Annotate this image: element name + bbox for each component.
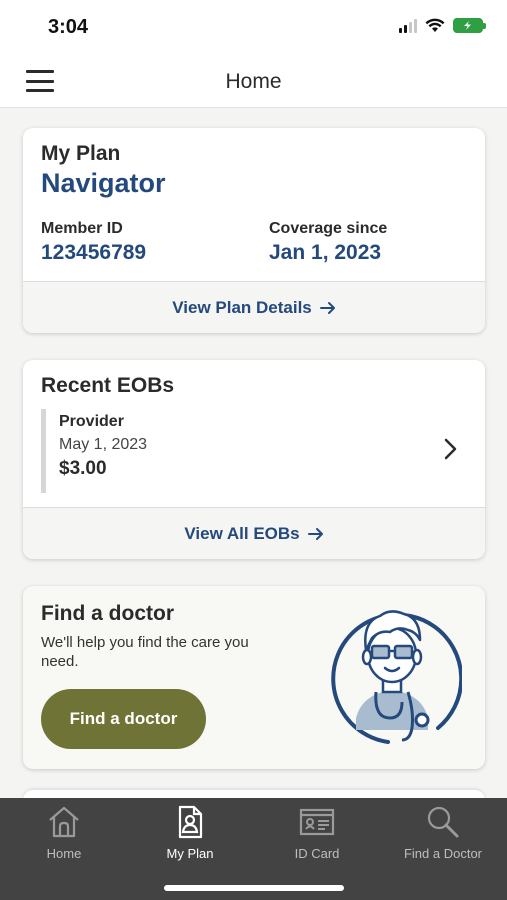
tab-home[interactable]: Home — [1, 804, 127, 864]
page-title: Home — [225, 70, 282, 93]
status-time: 3:04 — [48, 16, 89, 38]
document-person-icon — [178, 805, 203, 839]
status-icons — [399, 18, 486, 33]
plan-section-label: My Plan — [41, 142, 121, 165]
status-bar: 3:04 — [0, 0, 507, 56]
find-doctor-title: Find a doctor — [41, 602, 174, 625]
eobs-section-title: Recent EOBs — [41, 374, 175, 397]
battery-icon — [453, 18, 486, 33]
tab-find-doctor-label: Find a Doctor — [403, 846, 483, 861]
doctor-illustration-icon — [331, 610, 462, 744]
arrow-right-icon — [307, 527, 323, 540]
my-plan-card: My Plan Navigator Member ID 123456789 Co… — [23, 128, 485, 333]
tab-id-card-label: ID Card — [294, 846, 340, 861]
recent-eobs-card: Recent EOBs Provider May 1, 2023 $3.00 V… — [23, 360, 485, 559]
view-all-eobs-label: View All EOBs — [184, 523, 300, 543]
tab-my-plan-label: My Plan — [166, 846, 214, 861]
find-doctor-card: Find a doctor We'll help you find the ca… — [23, 586, 485, 769]
eob-date: May 1, 2023 — [59, 436, 148, 453]
view-all-eobs-link[interactable]: View All EOBs — [23, 507, 485, 559]
eob-amount: $3.00 — [59, 458, 107, 479]
tab-id-card[interactable]: ID Card — [254, 804, 380, 864]
search-icon — [427, 806, 459, 838]
tab-my-plan[interactable]: My Plan — [127, 804, 253, 864]
chevron-right-icon — [444, 438, 457, 460]
coverage-since-label: Coverage since — [269, 220, 388, 237]
app-header: Home — [0, 56, 507, 108]
wifi-icon — [425, 18, 445, 32]
plan-name: Navigator — [41, 168, 166, 198]
tab-home-label: Home — [46, 846, 82, 861]
find-doctor-button[interactable]: Find a doctor — [41, 689, 206, 749]
cellular-signal-icon — [399, 18, 417, 33]
eob-item-accent-bar — [41, 409, 46, 493]
arrow-right-icon — [319, 301, 335, 314]
id-card-icon — [299, 808, 335, 836]
eob-provider: Provider — [59, 413, 124, 430]
view-plan-details-link[interactable]: View Plan Details — [23, 281, 485, 333]
member-id-label: Member ID — [41, 220, 123, 237]
coverage-since-value: Jan 1, 2023 — [269, 241, 382, 264]
eob-list-item[interactable]: Provider May 1, 2023 $3.00 — [41, 409, 467, 493]
home-icon — [49, 806, 79, 838]
home-indicator[interactable] — [164, 885, 344, 891]
view-plan-details-label: View Plan Details — [172, 297, 312, 317]
member-id-value: 123456789 — [41, 241, 147, 264]
find-doctor-subtitle: We'll help you find the care you need. — [41, 634, 249, 670]
tab-find-doctor[interactable]: Find a Doctor — [380, 804, 506, 864]
